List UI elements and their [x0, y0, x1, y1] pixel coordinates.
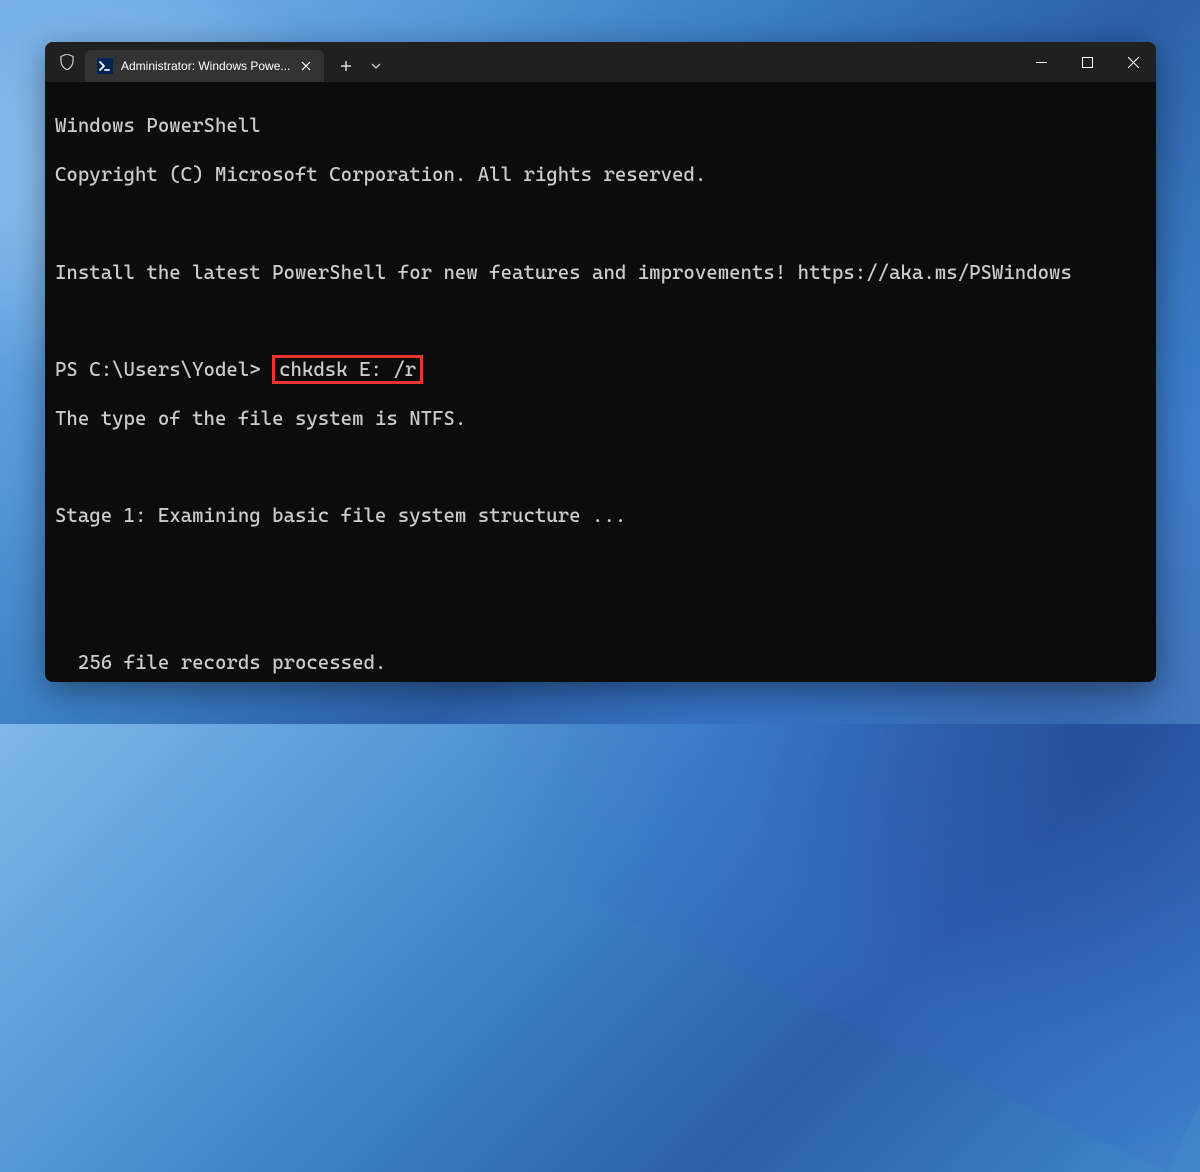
prompt-line: PS C:\Users\Yodel> chkdsk E: /r — [55, 358, 1146, 382]
terminal-line: Windows PowerShell — [55, 114, 1146, 138]
terminal-line: 256 file records processed. — [55, 651, 1146, 675]
tab-dropdown-button[interactable] — [362, 50, 390, 82]
terminal-line — [55, 456, 1146, 480]
titlebar-left: Administrator: Windows Powe... — [45, 42, 1018, 82]
terminal-line — [55, 602, 1146, 626]
close-button[interactable] — [1110, 42, 1156, 82]
minimize-button[interactable] — [1018, 42, 1064, 82]
maximize-button[interactable] — [1064, 42, 1110, 82]
powershell-icon — [97, 58, 113, 74]
window-controls — [1018, 42, 1156, 82]
terminal-line — [55, 309, 1146, 333]
terminal-line: Copyright (C) Microsoft Corporation. All… — [55, 163, 1146, 187]
terminal-window: Administrator: Windows Powe... — [45, 42, 1156, 682]
terminal-content[interactable]: Windows PowerShell Copyright (C) Microso… — [45, 82, 1156, 682]
terminal-line: The type of the file system is NTFS. — [55, 407, 1146, 431]
terminal-line: Stage 1: Examining basic file system str… — [55, 504, 1146, 528]
tab-title: Administrator: Windows Powe... — [121, 59, 290, 73]
window-titlebar[interactable]: Administrator: Windows Powe... — [45, 42, 1156, 82]
tab-close-button[interactable] — [298, 58, 314, 74]
command-highlight: chkdsk E: /r — [272, 355, 423, 384]
terminal-line — [55, 553, 1146, 577]
prompt-text: PS C:\Users\Yodel> — [55, 358, 272, 381]
tab-powershell[interactable]: Administrator: Windows Powe... — [85, 50, 324, 82]
new-tab-button[interactable] — [330, 50, 362, 82]
terminal-line: Install the latest PowerShell for new fe… — [55, 261, 1146, 285]
shield-icon — [59, 54, 75, 70]
terminal-line — [55, 212, 1146, 236]
